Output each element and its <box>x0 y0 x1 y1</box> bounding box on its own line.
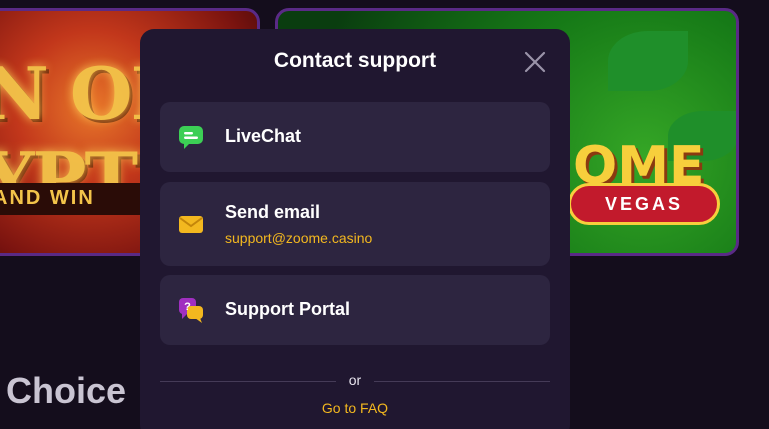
send-email-option[interactable]: Send email support@zoome.casino <box>160 182 550 266</box>
chat-bubble-icon <box>178 124 204 150</box>
livechat-label: LiveChat <box>225 126 302 146</box>
envelope-icon <box>178 211 204 237</box>
game-tile-right-banner: VEGAS <box>568 183 720 225</box>
contact-support-modal: Contact support LiveChat Send email supp… <box>140 29 570 429</box>
help-chat-icon: ? <box>178 297 204 323</box>
support-portal-label: Support Portal <box>225 299 350 319</box>
support-portal-option[interactable]: ? Support Portal <box>160 275 550 345</box>
close-icon <box>524 51 546 73</box>
close-button[interactable] <box>524 51 546 73</box>
divider-line <box>374 381 550 382</box>
modal-title: Contact support <box>273 49 437 72</box>
divider-text: or <box>348 372 362 388</box>
section-heading: Choice <box>6 370 127 411</box>
send-email-label: Send email <box>225 202 321 222</box>
support-email-address[interactable]: support@zoome.casino <box>225 230 372 246</box>
svg-text:?: ? <box>184 301 191 313</box>
livechat-option[interactable]: LiveChat <box>160 102 550 172</box>
or-divider: or <box>160 372 550 390</box>
faq-link[interactable]: Go to FAQ <box>140 400 570 416</box>
